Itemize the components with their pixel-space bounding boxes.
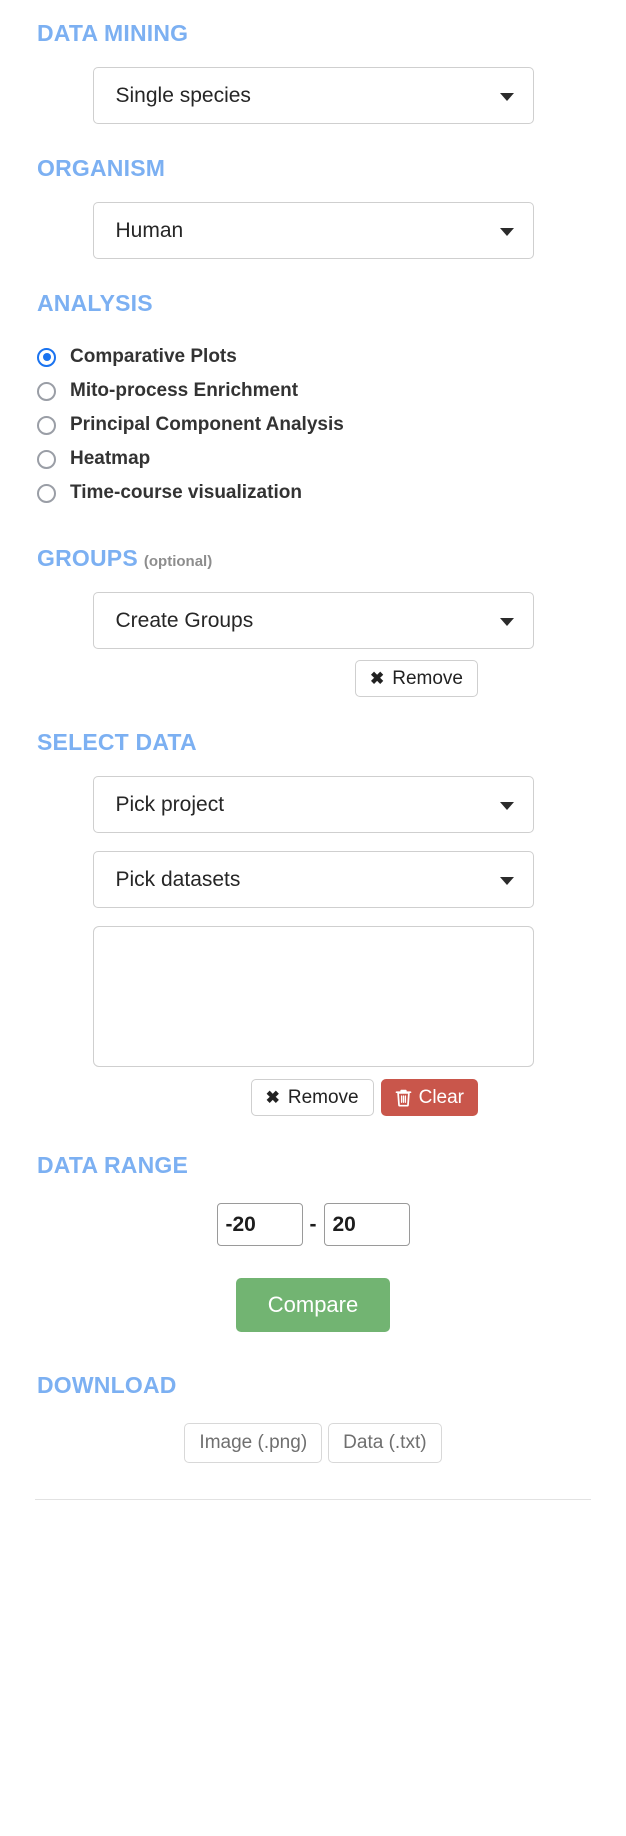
radio-option-label: Mito-process Enrichment [70, 380, 299, 401]
data-range-max-input[interactable] [323, 1203, 410, 1246]
compare-button[interactable]: Compare [235, 1278, 391, 1332]
datasets-clear-button[interactable]: Clear [380, 1079, 478, 1116]
radio-button-icon[interactable] [37, 415, 56, 435]
selected-datasets-listbox[interactable] [92, 926, 534, 1067]
download-data-txt-label: Data (.txt) [343, 1432, 427, 1453]
section-heading-groups-note: (optional) [143, 553, 213, 570]
datasets-select-value: Pick datasets [115, 868, 241, 891]
section-heading-groups-text: GROUPS [37, 545, 138, 571]
section-heading-analysis: ANALYSIS [37, 290, 153, 316]
section-heading-groups: GROUPS (optional) [0, 547, 626, 570]
radio-option-comparative-plots[interactable]: Comparative Plots [37, 340, 626, 374]
download-image-png-label: Image (.png) [199, 1432, 308, 1453]
radio-button-icon[interactable] [37, 347, 56, 367]
data-range-separator: - [309, 1212, 317, 1236]
section-heading-data-mining: DATA MINING [37, 20, 189, 46]
close-x-icon: ✖ [370, 669, 385, 688]
chevron-down-icon [499, 617, 514, 626]
groups-remove-button-label: Remove [392, 667, 463, 689]
data-range-min-input[interactable] [216, 1203, 303, 1246]
datasets-select[interactable]: Pick datasets [92, 851, 534, 908]
chevron-down-icon [499, 801, 514, 810]
radio-button-icon[interactable] [37, 381, 56, 401]
organism-select-value: Human [115, 219, 184, 242]
data-mining-select[interactable]: Single species [92, 67, 534, 124]
data-mining-sidebar-panel: DATA MINING Single species ORGANISM Huma… [0, 0, 626, 1500]
radio-option-label: Heatmap [70, 448, 151, 469]
chevron-down-icon [499, 92, 514, 101]
chevron-down-icon [499, 876, 514, 885]
datasets-clear-button-label: Clear [418, 1086, 464, 1108]
groups-remove-button[interactable]: ✖ Remove [355, 660, 478, 697]
radio-option-label: Time-course visualization [70, 482, 302, 503]
project-select-value: Pick project [115, 793, 225, 816]
close-x-icon: ✖ [265, 1088, 280, 1107]
radio-option-label: Comparative Plots [70, 346, 237, 367]
trash-icon [395, 1088, 412, 1107]
section-heading-data-range: DATA RANGE [37, 1152, 189, 1178]
datasets-remove-button-label: Remove [287, 1086, 359, 1108]
radio-option-label: Principal Component Analysis [70, 414, 344, 435]
radio-option-heatmap[interactable]: Heatmap [37, 442, 626, 476]
data-range-row: - [0, 1203, 626, 1246]
radio-option-principal-component-analysis[interactable]: Principal Component Analysis [37, 408, 626, 442]
radio-button-icon[interactable] [37, 449, 56, 469]
radio-option-time-course-visualization[interactable]: Time-course visualization [37, 476, 626, 510]
data-mining-select-value: Single species [115, 84, 251, 107]
groups-actions-row: ✖ Remove [0, 660, 626, 697]
compare-button-label: Compare [267, 1292, 359, 1317]
download-image-png-button[interactable]: Image (.png) [184, 1423, 323, 1463]
section-heading-organism: ORGANISM [37, 155, 166, 181]
project-select[interactable]: Pick project [92, 776, 534, 833]
download-buttons-row: Image (.png) Data (.txt) [0, 1423, 626, 1463]
analysis-radio-group: Comparative Plots Mito-process Enrichmen… [0, 340, 626, 510]
download-data-txt-button[interactable]: Data (.txt) [328, 1423, 442, 1463]
radio-button-icon[interactable] [37, 483, 56, 503]
chevron-down-icon [499, 227, 514, 236]
datasets-remove-button[interactable]: ✖ Remove [250, 1079, 374, 1116]
groups-select-value: Create Groups [115, 609, 254, 632]
select-data-actions-row: ✖ Remove Clear [0, 1079, 626, 1116]
organism-select[interactable]: Human [92, 202, 534, 259]
compare-button-row: Compare [0, 1278, 626, 1332]
groups-select[interactable]: Create Groups [92, 592, 534, 649]
bottom-divider [35, 1499, 591, 1500]
radio-option-mito-process-enrichment[interactable]: Mito-process Enrichment [37, 374, 626, 408]
section-heading-download: DOWNLOAD [37, 1372, 177, 1398]
section-heading-select-data: SELECT DATA [37, 729, 197, 755]
